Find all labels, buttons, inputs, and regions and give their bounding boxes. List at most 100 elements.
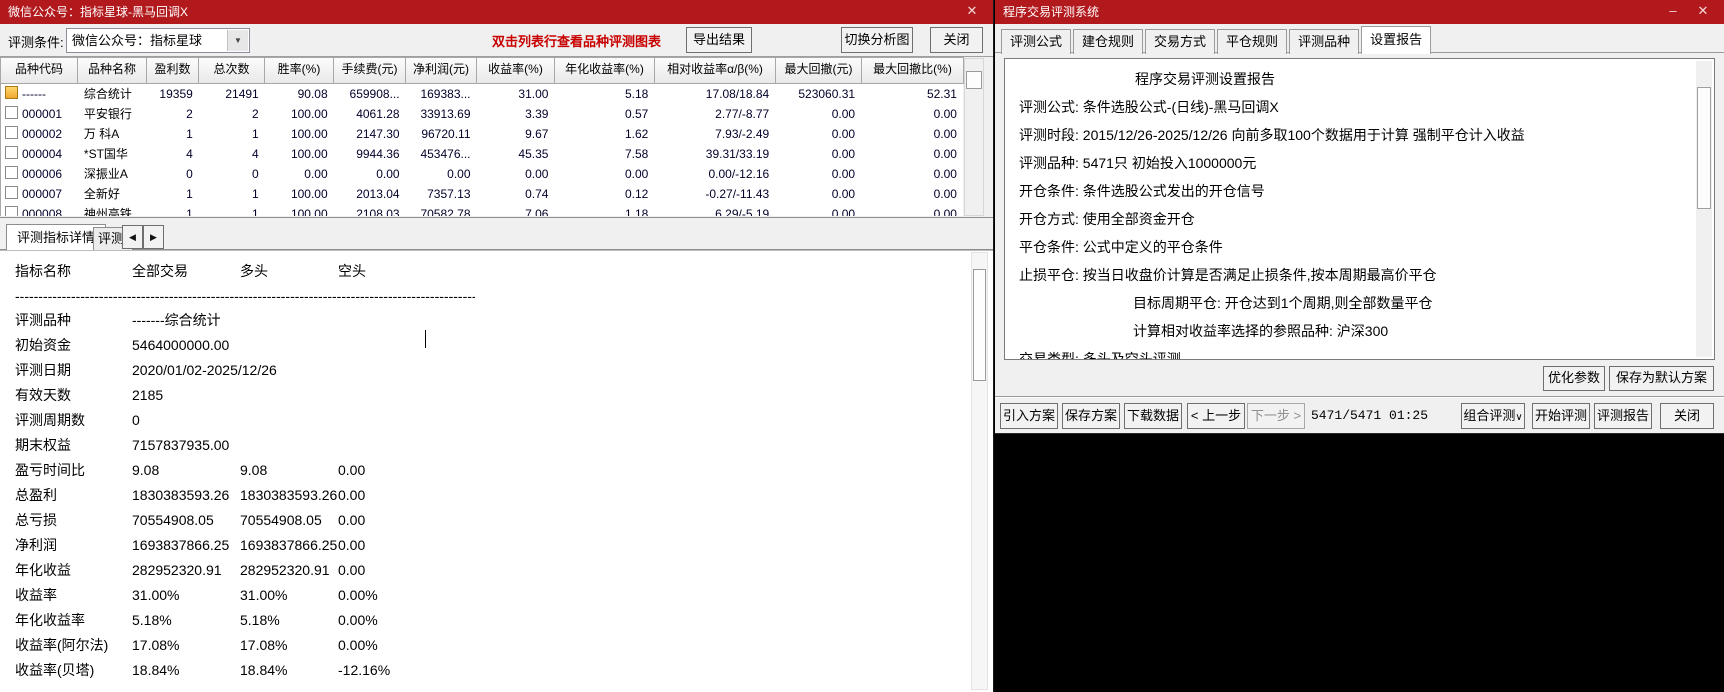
tab-metric-detail[interactable]: 评测指标详情 xyxy=(6,224,106,251)
column-header[interactable]: 年化收益率(%) xyxy=(555,58,655,83)
save-plan-button[interactable]: 保存方案 xyxy=(1062,403,1120,429)
table-vertical-scrollbar[interactable] xyxy=(964,58,984,216)
save-as-default-button[interactable]: 保存为默认方案 xyxy=(1609,366,1714,391)
table-cell: 523060.31 xyxy=(775,84,861,104)
table-cell: 39.31/33.19 xyxy=(654,144,775,164)
table-cell: 2 xyxy=(199,104,265,124)
report-line: 交易类型: 多头及空头评测 xyxy=(1019,350,1714,360)
table-row[interactable]: 000008神州高铁11100.002108.0370582.787.061.1… xyxy=(1,204,963,216)
report-line: 计算相对收益率选择的参照品种: 沪深300 xyxy=(1133,322,1714,341)
column-header[interactable]: 盈利数 xyxy=(147,58,199,83)
detail-label: 初始资金 xyxy=(15,333,71,358)
detail-value: 70554908.05 xyxy=(132,508,214,533)
table-cell: 17.08/18.84 xyxy=(654,84,775,104)
detail-row: 初始资金5464000000.00 xyxy=(0,333,993,358)
page-icon xyxy=(5,146,18,159)
condition-value: 微信公众号：指标星球 xyxy=(72,29,202,52)
column-header[interactable]: 最大回撤(元) xyxy=(776,58,862,83)
tab-scroll-left-icon[interactable]: ◀ xyxy=(122,225,143,249)
detail-value: 31.00% xyxy=(240,583,287,608)
detail-value: 1693837866.25 xyxy=(240,533,337,558)
detail-label: 年化收益率 xyxy=(15,608,85,633)
symbol-code-cell: 000002 xyxy=(1,124,78,144)
symbol-code-cell: 000004 xyxy=(1,144,78,164)
detail-value: 0.00 xyxy=(338,458,365,483)
optimize-params-button[interactable]: 优化参数 xyxy=(1543,366,1605,391)
column-header[interactable]: 胜率(%) xyxy=(265,58,334,83)
table-row[interactable]: 000001平安银行22100.004061.2833913.693.390.5… xyxy=(1,104,963,124)
tab-6[interactable]: 设置报告 xyxy=(1361,26,1431,54)
import-plan-button[interactable]: 引入方案 xyxy=(1000,403,1058,429)
column-header[interactable]: 手续费(元) xyxy=(334,58,406,83)
export-results-button[interactable]: 导出结果 xyxy=(686,27,752,53)
evaluation-report-button[interactable]: 评测报告 xyxy=(1594,403,1652,429)
detail-vertical-scrollbar[interactable] xyxy=(971,252,988,690)
table-cell: 0.00 xyxy=(775,184,861,204)
report-line: 评测品种: 5471只 初始投入1000000元 xyxy=(1019,154,1714,173)
table-cell: 2 xyxy=(147,104,199,124)
tab-3[interactable]: 交易方式 xyxy=(1145,29,1215,54)
condition-combobox[interactable]: 微信公众号：指标星球 ▼ xyxy=(66,28,250,53)
table-cell: 7357.13 xyxy=(406,184,477,204)
report-scroll-thumb[interactable] xyxy=(1697,87,1711,209)
right-close-button[interactable]: 关闭 xyxy=(1660,403,1714,429)
tab-1[interactable]: 评测公式 xyxy=(1001,29,1071,54)
page-icon xyxy=(5,106,18,119)
switch-analysis-chart-button[interactable]: 切换分析图 xyxy=(841,27,913,53)
detail-value: 18.84% xyxy=(132,658,179,683)
right-title-bar[interactable]: 程序交易评测系统 – ✕ xyxy=(995,0,1724,24)
tab-5[interactable]: 评测品种 xyxy=(1289,29,1359,54)
table-row[interactable]: 000006深振业A000.000.000.000.000.000.00/-12… xyxy=(1,164,963,184)
detail-scroll-thumb[interactable] xyxy=(973,269,986,381)
table-cell: 0.00 xyxy=(775,104,861,124)
report-title: 程序交易评测设置报告 xyxy=(1135,69,1714,89)
symbol-code-cell: 000007 xyxy=(1,184,78,204)
results-table: 品种代码品种名称盈利数总次数胜率(%)手续费(元)净利润(元)收益率(%)年化收… xyxy=(0,57,993,217)
download-data-button[interactable]: 下载数据 xyxy=(1124,403,1182,429)
prev-step-button[interactable]: < 上一步 xyxy=(1187,403,1245,429)
table-row[interactable]: 000007全新好11100.002013.047357.130.740.12-… xyxy=(1,184,963,204)
table-cell: 神州高铁 xyxy=(78,204,147,216)
detail-row: 有效天数2185 xyxy=(0,383,993,408)
close-icon[interactable]: ✕ xyxy=(1688,0,1718,24)
condition-label: 评测条件: xyxy=(8,32,64,51)
table-scroll-thumb[interactable] xyxy=(966,71,982,89)
detail-value: 1830383593.26 xyxy=(132,483,229,508)
detail-row: 收益率31.00%31.00%0.00% xyxy=(0,583,993,608)
minimize-icon[interactable]: – xyxy=(1658,0,1688,24)
chevron-down-icon[interactable]: ▼ xyxy=(227,30,248,51)
column-header[interactable]: 收益率(%) xyxy=(477,58,555,83)
left-window-title: 微信公众号：指标星球-黑马回调X xyxy=(8,5,188,19)
detail-col-name: 指标名称 xyxy=(15,259,71,284)
report-vertical-scrollbar[interactable] xyxy=(1696,61,1712,357)
tab-scroll-right-icon[interactable]: ▶ xyxy=(143,225,164,249)
table-cell: 4061.28 xyxy=(334,104,406,124)
start-evaluation-button[interactable]: 开始评测 xyxy=(1532,403,1590,429)
symbol-code-cell: 000001 xyxy=(1,104,78,124)
column-header[interactable]: 品种名称 xyxy=(78,58,147,83)
column-header[interactable]: 相对收益率α/β(%) xyxy=(655,58,776,83)
column-header[interactable]: 最大回撤比(%) xyxy=(862,58,964,83)
detail-value: 9.08 xyxy=(240,458,267,483)
combo-evaluate-label: 组合评测 xyxy=(1463,408,1515,423)
left-title-bar[interactable]: 微信公众号：指标星球-黑马回调X ✕ xyxy=(0,0,993,24)
left-close-button[interactable]: 关闭 xyxy=(930,27,983,53)
column-header[interactable]: 净利润(元) xyxy=(406,58,477,83)
next-step-button[interactable]: 下一步 > xyxy=(1247,403,1305,429)
symbol-code: ------ xyxy=(22,87,46,101)
tab-2[interactable]: 建仓规则 xyxy=(1073,29,1143,54)
combo-evaluate-button[interactable]: 组合评测∨ xyxy=(1461,403,1525,429)
detail-col-short: 空头 xyxy=(338,259,366,284)
metric-detail-panel: 指标名称 全部交易 多头 空头 ------------------------… xyxy=(0,250,993,692)
column-header[interactable]: 总次数 xyxy=(199,58,265,83)
symbol-code: 000002 xyxy=(22,127,62,141)
table-row[interactable]: ------综合统计193592149190.08659908...169383… xyxy=(1,84,963,104)
table-row[interactable]: 000002万 科A11100.002147.3096720.119.671.6… xyxy=(1,124,963,144)
table-cell: 7.06 xyxy=(477,204,555,216)
tab-4[interactable]: 平仓规则 xyxy=(1217,29,1287,54)
table-cell: 1 xyxy=(147,204,199,216)
close-icon[interactable]: ✕ xyxy=(957,0,987,24)
column-header[interactable]: 品种代码 xyxy=(1,58,78,83)
detail-value: 0.00% xyxy=(338,583,378,608)
table-row[interactable]: 000004*ST国华44100.009944.36453476...45.35… xyxy=(1,144,963,164)
